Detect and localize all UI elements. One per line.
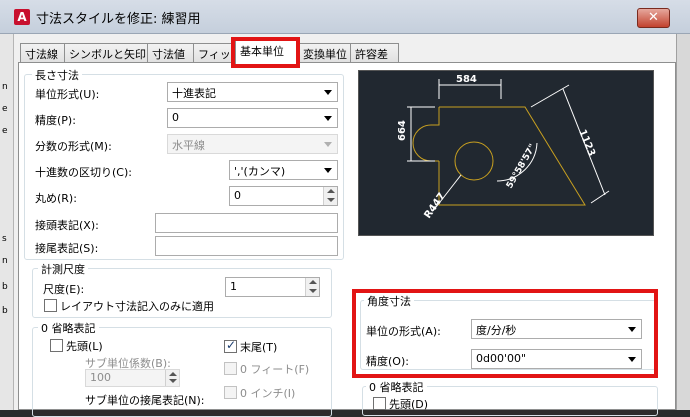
scale-group-title: 計測尺度 <box>38 261 88 277</box>
angular-zero-title: 0 省略表記 <box>366 379 427 395</box>
preview-dimension-lines <box>407 79 610 212</box>
strip-char: n <box>2 82 8 92</box>
round-off-spinner[interactable]: 0 <box>229 186 338 206</box>
zero-inches-label: 0 インチ(I) <box>240 387 296 400</box>
strip-char: b <box>2 306 8 316</box>
unit-format-label: 単位形式(U): <box>35 88 100 101</box>
tab-tolerances[interactable]: 許容差 <box>350 43 399 63</box>
chevron-down-icon <box>324 168 332 173</box>
strip-char: n <box>2 256 8 266</box>
prefix-input[interactable] <box>155 213 338 233</box>
precision-select[interactable]: 0 <box>167 108 338 128</box>
preview-dim-top: 584 <box>456 74 477 85</box>
close-button[interactable]: ✕ <box>637 8 670 28</box>
background-window-strip: n e e s n b b <box>0 34 14 410</box>
preview-dim-slant: 1123 <box>576 128 597 158</box>
fraction-format-label: 分数の形式(M): <box>35 140 112 153</box>
decimal-separator-select[interactable]: ','(カンマ) <box>229 160 338 180</box>
layout-only-label: レイアウト寸法記入のみに適用 <box>60 300 214 313</box>
tab-alternate-units[interactable]: 変換単位 <box>298 43 351 63</box>
tab-symbols-arrows[interactable]: シンボルと矢印 <box>64 43 148 63</box>
suffix-label: 接尾表記(S): <box>35 242 99 255</box>
preview-angle: 59°58'57" <box>505 143 538 191</box>
tab-highlight-box <box>231 37 300 68</box>
zero-feet-label: 0 フィート(F) <box>240 363 310 376</box>
decimal-separator-label: 十進数の区切り(C): <box>35 166 132 179</box>
spinner-arrows-icon <box>165 370 179 386</box>
zero-inches-checkbox <box>224 386 237 399</box>
linear-group-title: 長さ寸法 <box>32 67 82 83</box>
scale-factor-label: 尺度(E): <box>43 283 85 296</box>
autocad-logo-icon: A <box>14 9 30 25</box>
zero-feet-checkbox <box>224 362 237 375</box>
spinner-arrows-icon[interactable] <box>323 187 337 205</box>
chevron-down-icon <box>324 90 332 95</box>
layout-only-checkbox[interactable] <box>44 299 57 312</box>
zero-suppression-title: 0 省略表記 <box>38 320 99 336</box>
unit-format-select[interactable]: 十進表記 <box>167 82 338 102</box>
preview-dim-left: 664 <box>397 120 408 141</box>
right-edge-strip <box>676 34 690 410</box>
round-off-label: 丸め(R): <box>35 192 77 205</box>
preview-radius: R447 <box>422 191 447 221</box>
leading-zero-label: 先頭(L) <box>66 340 103 353</box>
dimension-preview: 584 664 1123 59°58'57" R447 <box>358 70 654 236</box>
precision-label: 精度(P): <box>35 114 76 127</box>
angular-highlight-box <box>352 289 658 378</box>
check-icon: ✓ <box>226 338 237 352</box>
tab-text[interactable]: 寸法値 <box>147 43 194 63</box>
prefix-label: 接頭表記(X): <box>35 219 99 232</box>
tab-fit[interactable]: フィット <box>193 43 242 63</box>
suffix-input[interactable] <box>155 236 338 256</box>
angular-leading-zero-checkbox[interactable] <box>373 397 386 410</box>
preview-drawing: 584 664 1123 59°58'57" R447 <box>397 74 610 221</box>
trailing-zero-checkbox[interactable]: ✓ <box>224 338 237 353</box>
scale-factor-spinner[interactable]: 1 <box>225 277 320 297</box>
close-icon: ✕ <box>648 10 659 25</box>
tab-dimension-lines[interactable]: 寸法線 <box>20 43 65 63</box>
sub-unit-factor-spinner: 100 <box>85 369 180 387</box>
sub-unit-suffix-label: サブ単位の接尾表記(N): <box>85 394 205 407</box>
trailing-zero-label: 末尾(T) <box>240 341 278 354</box>
spinner-arrows-icon[interactable] <box>305 278 319 296</box>
window-title: 寸法スタイルを修正: 練習用 <box>36 12 201 27</box>
leading-zero-checkbox[interactable] <box>50 339 63 352</box>
strip-char: e <box>2 126 8 136</box>
chevron-down-icon <box>324 142 332 147</box>
preview-geometry <box>412 106 586 206</box>
fraction-format-select: 水平線 <box>167 134 338 154</box>
chevron-down-icon <box>324 116 332 121</box>
strip-char: e <box>2 104 8 114</box>
strip-char: s <box>2 234 7 244</box>
strip-char: b <box>2 282 8 292</box>
